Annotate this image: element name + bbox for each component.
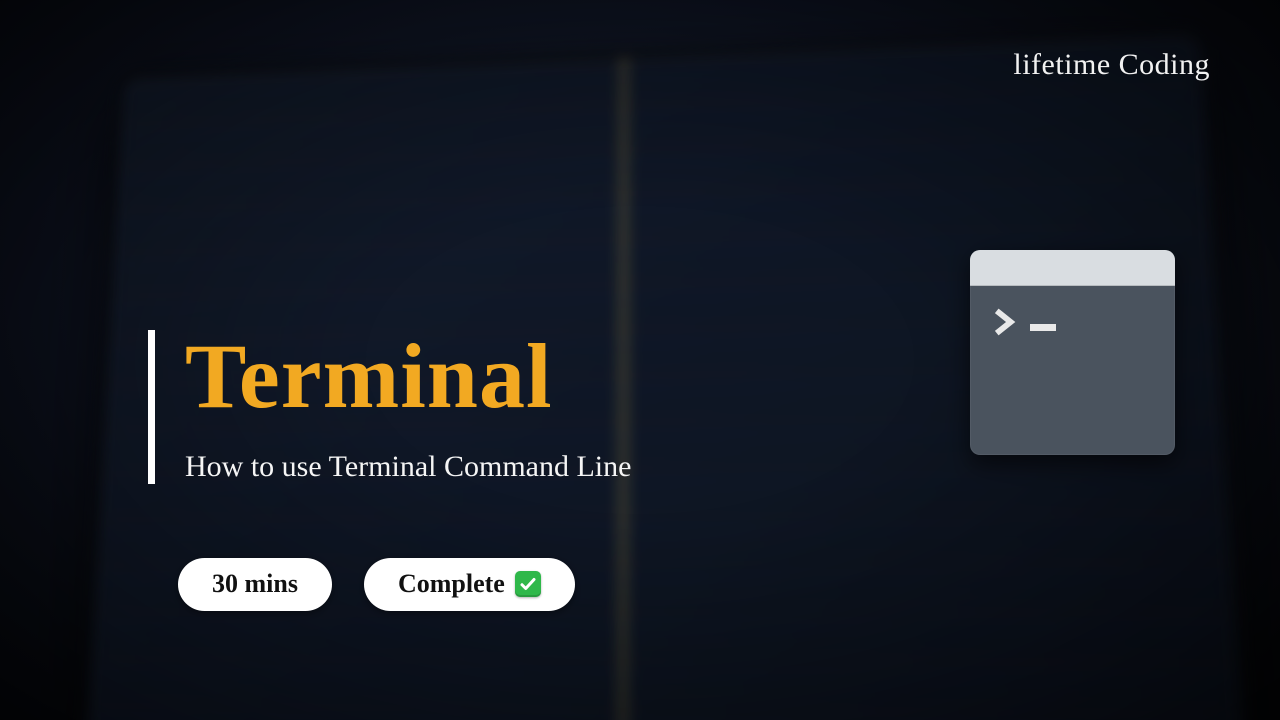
page-title: Terminal <box>185 330 631 422</box>
chevron-right-icon <box>992 308 1020 336</box>
terminal-icon <box>970 250 1175 455</box>
terminal-prompt <box>992 308 1056 336</box>
headline-block: Terminal How to use Terminal Command Lin… <box>148 330 631 484</box>
pill-row: 30 mins Complete <box>178 558 575 611</box>
terminal-titlebar <box>970 250 1175 286</box>
duration-pill: 30 mins <box>178 558 332 611</box>
terminal-cursor <box>1030 324 1056 331</box>
checkmark-icon <box>515 571 541 597</box>
status-pill: Complete <box>364 558 575 611</box>
page-subtitle: How to use Terminal Command Line <box>185 450 631 484</box>
terminal-body <box>970 286 1175 455</box>
status-text: Complete <box>398 569 505 599</box>
duration-text: 30 mins <box>212 569 298 599</box>
brand-label: lifetime Coding <box>1013 48 1210 82</box>
